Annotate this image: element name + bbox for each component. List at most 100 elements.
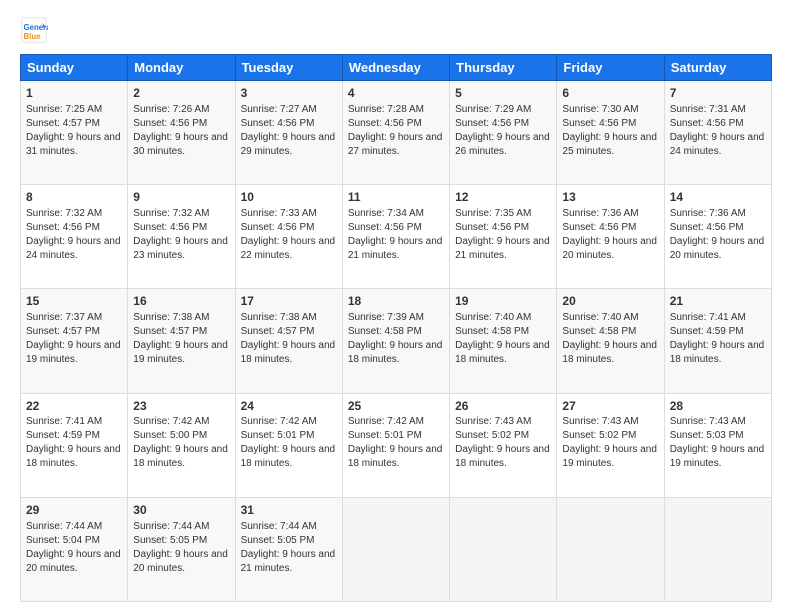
calendar-cell: 28Sunrise: 7:43 AMSunset: 5:03 PMDayligh… <box>664 393 771 497</box>
daylight-text: Daylight: 9 hours and 19 minutes. <box>26 340 121 365</box>
calendar-day-header: Monday <box>128 55 235 81</box>
sunrise-text: Sunrise: 7:40 AM <box>455 312 531 323</box>
calendar-day-header: Tuesday <box>235 55 342 81</box>
sunrise-text: Sunrise: 7:43 AM <box>455 416 531 427</box>
calendar-cell: 21Sunrise: 7:41 AMSunset: 4:59 PMDayligh… <box>664 289 771 393</box>
calendar-cell: 12Sunrise: 7:35 AMSunset: 4:56 PMDayligh… <box>450 185 557 289</box>
day-number: 9 <box>133 189 229 206</box>
calendar-day-header: Wednesday <box>342 55 449 81</box>
calendar-header-row: SundayMondayTuesdayWednesdayThursdayFrid… <box>21 55 772 81</box>
daylight-text: Daylight: 9 hours and 18 minutes. <box>455 444 550 469</box>
sunrise-text: Sunrise: 7:42 AM <box>133 416 209 427</box>
sunrise-text: Sunrise: 7:30 AM <box>562 104 638 115</box>
header: General Blue <box>20 16 772 44</box>
daylight-text: Daylight: 9 hours and 18 minutes. <box>241 340 336 365</box>
daylight-text: Daylight: 9 hours and 24 minutes. <box>26 236 121 261</box>
day-number: 20 <box>562 293 658 310</box>
daylight-text: Daylight: 9 hours and 19 minutes. <box>670 444 765 469</box>
sunset-text: Sunset: 4:57 PM <box>26 326 100 337</box>
sunrise-text: Sunrise: 7:32 AM <box>26 208 102 219</box>
calendar-cell: 27Sunrise: 7:43 AMSunset: 5:02 PMDayligh… <box>557 393 664 497</box>
sunrise-text: Sunrise: 7:41 AM <box>26 416 102 427</box>
sunrise-text: Sunrise: 7:38 AM <box>133 312 209 323</box>
calendar-cell: 5Sunrise: 7:29 AMSunset: 4:56 PMDaylight… <box>450 81 557 185</box>
logo: General Blue <box>20 16 52 44</box>
daylight-text: Daylight: 9 hours and 20 minutes. <box>670 236 765 261</box>
daylight-text: Daylight: 9 hours and 18 minutes. <box>562 340 657 365</box>
calendar-cell: 22Sunrise: 7:41 AMSunset: 4:59 PMDayligh… <box>21 393 128 497</box>
calendar-cell: 1Sunrise: 7:25 AMSunset: 4:57 PMDaylight… <box>21 81 128 185</box>
sunset-text: Sunset: 4:57 PM <box>133 326 207 337</box>
calendar-cell: 25Sunrise: 7:42 AMSunset: 5:01 PMDayligh… <box>342 393 449 497</box>
sunset-text: Sunset: 4:57 PM <box>26 118 100 129</box>
day-number: 12 <box>455 189 551 206</box>
daylight-text: Daylight: 9 hours and 25 minutes. <box>562 132 657 157</box>
sunset-text: Sunset: 4:56 PM <box>241 222 315 233</box>
sunset-text: Sunset: 4:59 PM <box>26 430 100 441</box>
daylight-text: Daylight: 9 hours and 18 minutes. <box>348 340 443 365</box>
sunrise-text: Sunrise: 7:34 AM <box>348 208 424 219</box>
sunset-text: Sunset: 4:56 PM <box>670 118 744 129</box>
sunrise-text: Sunrise: 7:35 AM <box>455 208 531 219</box>
calendar-cell: 8Sunrise: 7:32 AMSunset: 4:56 PMDaylight… <box>21 185 128 289</box>
day-number: 25 <box>348 398 444 415</box>
sunset-text: Sunset: 5:03 PM <box>670 430 744 441</box>
day-number: 11 <box>348 189 444 206</box>
calendar-day-header: Thursday <box>450 55 557 81</box>
day-number: 1 <box>26 85 122 102</box>
calendar-cell: 17Sunrise: 7:38 AMSunset: 4:57 PMDayligh… <box>235 289 342 393</box>
day-number: 16 <box>133 293 229 310</box>
calendar-week-row: 1 Sunrise: 7:25 AM Sunset: 4:57 PM Daylight… <box>21 81 772 185</box>
daylight-text: Daylight: 9 hours and 19 minutes. <box>562 444 657 469</box>
calendar-week-row: 8Sunrise: 7:32 AMSunset: 4:56 PMDaylight… <box>21 185 772 289</box>
sunrise-text: Sunrise: 7:43 AM <box>670 416 746 427</box>
sunrise-text: Sunrise: 7:29 AM <box>455 104 531 115</box>
calendar-cell: 11Sunrise: 7:34 AMSunset: 4:56 PMDayligh… <box>342 185 449 289</box>
daylight-text: Daylight: 9 hours and 20 minutes. <box>562 236 657 261</box>
daylight-text: Daylight: 9 hours and 24 minutes. <box>670 132 765 157</box>
sunrise-text: Sunrise: 7:38 AM <box>241 312 317 323</box>
sunset-text: Sunset: 5:02 PM <box>562 430 636 441</box>
svg-text:General: General <box>24 23 49 32</box>
sunrise-text: Sunrise: 7:28 AM <box>348 104 424 115</box>
sunset-text: Sunset: 4:56 PM <box>133 222 207 233</box>
calendar-cell: 2Sunrise: 7:26 AMSunset: 4:56 PMDaylight… <box>128 81 235 185</box>
sunset-text: Sunset: 4:58 PM <box>455 326 529 337</box>
sunset-text: Sunset: 5:00 PM <box>133 430 207 441</box>
calendar-day-header: Saturday <box>664 55 771 81</box>
day-number: 17 <box>241 293 337 310</box>
day-number: 27 <box>562 398 658 415</box>
calendar-cell: 7Sunrise: 7:31 AMSunset: 4:56 PMDaylight… <box>664 81 771 185</box>
sunrise-text: Sunrise: 7:32 AM <box>133 208 209 219</box>
sunset-text: Sunset: 4:58 PM <box>348 326 422 337</box>
sunset-text: Sunset: 4:56 PM <box>455 118 529 129</box>
calendar-cell: 9Sunrise: 7:32 AMSunset: 4:56 PMDaylight… <box>128 185 235 289</box>
day-number: 3 <box>241 85 337 102</box>
sunset-text: Sunset: 5:05 PM <box>241 535 315 546</box>
daylight-text: Daylight: 9 hours and 18 minutes. <box>133 444 228 469</box>
sunrise-text: Sunrise: 7:26 AM <box>133 104 209 115</box>
calendar-week-row: 15Sunrise: 7:37 AMSunset: 4:57 PMDayligh… <box>21 289 772 393</box>
daylight-text: Daylight: 9 hours and 18 minutes. <box>670 340 765 365</box>
sunset-text: Sunset: 5:02 PM <box>455 430 529 441</box>
sunset-text: Sunset: 4:56 PM <box>348 222 422 233</box>
sunrise-text: Sunrise: 7:41 AM <box>670 312 746 323</box>
sunrise-text: Sunrise: 7:36 AM <box>562 208 638 219</box>
daylight-text: Daylight: 9 hours and 19 minutes. <box>133 340 228 365</box>
calendar-cell: 13Sunrise: 7:36 AMSunset: 4:56 PMDayligh… <box>557 185 664 289</box>
calendar-cell: 23Sunrise: 7:42 AMSunset: 5:00 PMDayligh… <box>128 393 235 497</box>
daylight-text: Daylight: 9 hours and 18 minutes. <box>241 444 336 469</box>
sunset-text: Sunset: 5:01 PM <box>241 430 315 441</box>
sunset-text: Sunset: 4:58 PM <box>562 326 636 337</box>
daylight-text: Daylight: 9 hours and 18 minutes. <box>26 444 121 469</box>
daylight-text: Daylight: 9 hours and 20 minutes. <box>133 549 228 574</box>
calendar-week-row: 22Sunrise: 7:41 AMSunset: 4:59 PMDayligh… <box>21 393 772 497</box>
day-number: 13 <box>562 189 658 206</box>
calendar-cell: 4Sunrise: 7:28 AMSunset: 4:56 PMDaylight… <box>342 81 449 185</box>
sunrise-text: Sunrise: 7:44 AM <box>26 521 102 532</box>
calendar-cell: 10Sunrise: 7:33 AMSunset: 4:56 PMDayligh… <box>235 185 342 289</box>
sunrise-text: Sunrise: 7:39 AM <box>348 312 424 323</box>
sunrise-text: Sunrise: 7:25 AM <box>26 104 102 115</box>
daylight-text: Daylight: 9 hours and 21 minutes. <box>455 236 550 261</box>
page: General Blue SundayMondayTuesdayWednesda… <box>0 0 792 612</box>
